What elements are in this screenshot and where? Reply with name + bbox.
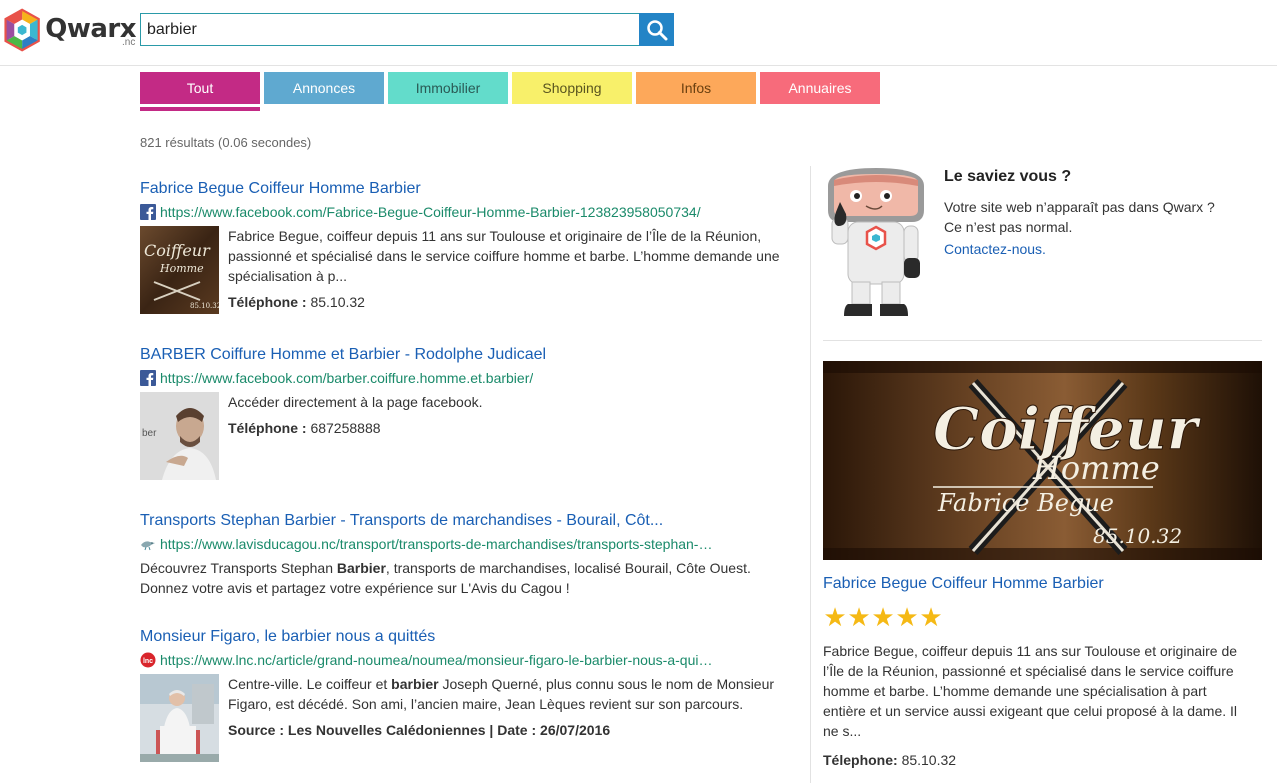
brand-suffix: .nc bbox=[122, 37, 136, 48]
business-card-description: Fabrice Begue, coiffeur depuis 11 ans su… bbox=[823, 643, 1238, 739]
result-title[interactable]: Transports Stephan Barbier - Transports … bbox=[140, 512, 790, 530]
business-card-title[interactable]: Fabrice Begue Coiffeur Homme Barbier bbox=[823, 575, 1104, 593]
star-icon: ★ bbox=[919, 602, 943, 632]
tab-immobilier[interactable]: Immobilier bbox=[388, 72, 508, 104]
tab-shopping[interactable]: Shopping bbox=[512, 72, 632, 104]
result-snippet: Accéder directement à la page facebook. bbox=[228, 394, 483, 410]
result-item: Fabrice Begue Coiffeur Homme Barbier htt… bbox=[140, 180, 790, 314]
result-url[interactable]: https://www.lavisducagou.nc/transport/tr… bbox=[160, 536, 712, 552]
tab-infos[interactable]: Infos bbox=[636, 72, 756, 104]
result-title[interactable]: BARBER Coiffure Homme et Barbier - Rodol… bbox=[140, 346, 790, 364]
result-phone: Téléphone : 85.10.32 bbox=[228, 294, 365, 310]
result-snippet: Découvrez Transports Stephan Barbier, tr… bbox=[140, 560, 751, 596]
svg-text:85.10.32: 85.10.32 bbox=[190, 302, 219, 310]
star-icon: ★ bbox=[823, 602, 847, 632]
search-icon bbox=[646, 19, 667, 40]
qwarx-hexagon-icon bbox=[4, 8, 40, 52]
result-phone: Téléphone : 687258888 bbox=[228, 420, 381, 436]
category-tabs: Tout Annonces Immobilier Shopping Infos … bbox=[140, 72, 884, 104]
tab-annonces[interactable]: Annonces bbox=[264, 72, 384, 104]
business-card-phone: Télephone: 85.10.32 bbox=[823, 752, 957, 768]
result-snippet: Centre-ville. Le coiffeur et barbier Jos… bbox=[228, 676, 775, 712]
search-box bbox=[140, 13, 640, 46]
search-button[interactable] bbox=[639, 13, 674, 46]
header: Qwarx .nc bbox=[0, 0, 1277, 66]
result-thumbnail[interactable]: ber bbox=[140, 392, 219, 480]
result-source: Source : Les Nouvelles Calédoniennes | D… bbox=[228, 722, 611, 738]
svg-text:ber: ber bbox=[142, 428, 157, 439]
active-tab-indicator bbox=[140, 107, 260, 111]
banner-subtitle-text: Homme bbox=[1032, 449, 1160, 487]
result-title[interactable]: Monsieur Figaro, le barbier nous a quitt… bbox=[140, 628, 790, 646]
result-thumbnail[interactable]: Coiffeur Homme 85.10.32 bbox=[140, 226, 219, 314]
did-you-know-text: Votre site web n’apparaît pas dans Qwarx… bbox=[944, 199, 1215, 235]
facebook-icon bbox=[140, 370, 156, 386]
result-snippet: Fabrice Begue, coiffeur depuis 11 ans su… bbox=[228, 228, 780, 284]
result-url[interactable]: https://www.lnc.nc/article/grand-noumea/… bbox=[160, 652, 712, 668]
star-icon: ★ bbox=[847, 602, 871, 632]
banner-phone-text: 85.10.32 bbox=[1093, 524, 1182, 548]
business-banner-image[interactable]: Coiffeur Homme Fabrice Begue 85.10.32 bbox=[823, 361, 1262, 560]
qwarx-logo[interactable]: Qwarx .nc bbox=[4, 5, 136, 55]
result-count: 821 résultats (0.06 secondes) bbox=[140, 135, 312, 150]
result-thumbnail[interactable] bbox=[140, 674, 219, 762]
banner-name-text: Fabrice Begue bbox=[937, 489, 1114, 517]
did-you-know-title: Le saviez vous ? bbox=[944, 168, 1072, 185]
result-url[interactable]: https://www.facebook.com/Fabrice-Begue-C… bbox=[160, 204, 701, 220]
cagou-icon bbox=[140, 536, 156, 552]
tab-annuaires[interactable]: Annuaires bbox=[760, 72, 880, 104]
svg-text:Homme: Homme bbox=[159, 262, 204, 275]
search-input[interactable] bbox=[141, 14, 639, 45]
star-icon: ★ bbox=[895, 602, 919, 632]
svg-text:Coiffeur: Coiffeur bbox=[144, 241, 211, 260]
facebook-icon bbox=[140, 204, 156, 220]
rating-stars: ★ ★ ★ ★ ★ bbox=[823, 604, 943, 630]
result-item: BARBER Coiffure Homme et Barbier - Rodol… bbox=[140, 346, 790, 480]
tab-tout[interactable]: Tout bbox=[140, 72, 260, 104]
column-divider bbox=[810, 166, 811, 783]
lnc-icon: lnc bbox=[140, 652, 156, 668]
contact-link[interactable]: Contactez-nous. bbox=[944, 241, 1046, 257]
astronaut-mascot-icon bbox=[828, 168, 924, 316]
result-item: Transports Stephan Barbier - Transports … bbox=[140, 512, 790, 598]
sidebar-divider bbox=[823, 340, 1262, 341]
svg-text:lnc: lnc bbox=[143, 658, 153, 665]
star-icon: ★ bbox=[871, 602, 895, 632]
result-title[interactable]: Fabrice Begue Coiffeur Homme Barbier bbox=[140, 180, 790, 198]
result-url[interactable]: https://www.facebook.com/barber.coiffure… bbox=[160, 370, 533, 386]
result-item: Monsieur Figaro, le barbier nous a quitt… bbox=[140, 628, 790, 762]
